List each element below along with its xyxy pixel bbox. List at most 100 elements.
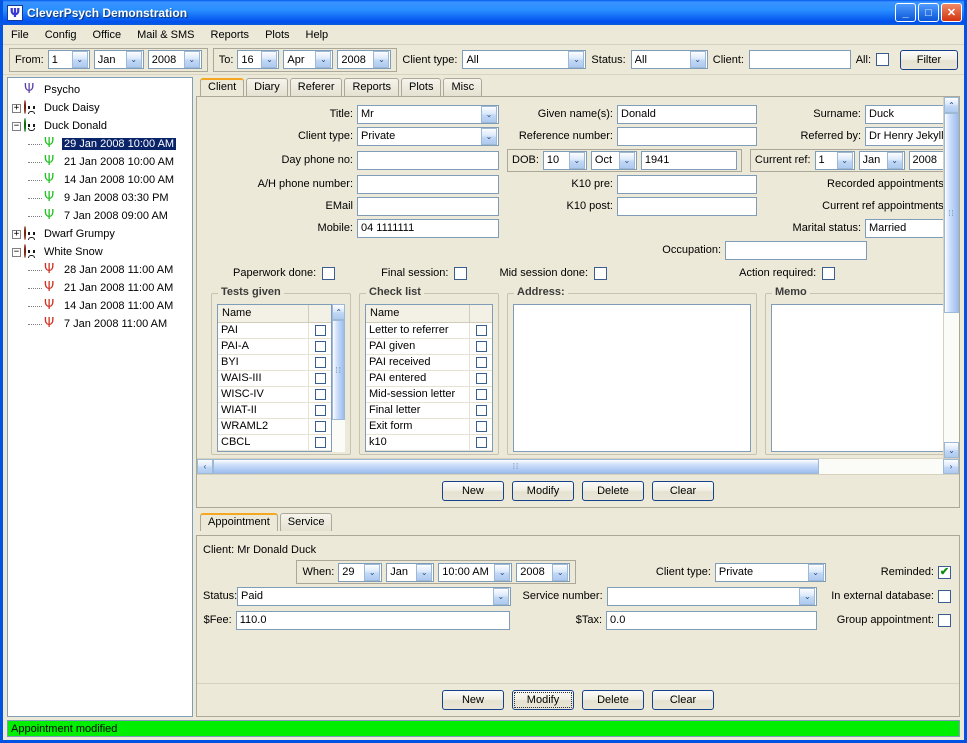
tree-appointment-item[interactable]: Ψ 14 Jan 2008 10:00 AM — [12, 171, 192, 189]
table-row[interactable]: Letter to referrer — [366, 323, 492, 339]
tab-plots[interactable]: Plots — [401, 78, 442, 96]
tax-field[interactable]: 0.0 — [606, 610, 818, 630]
table-row[interactable]: PAI-A — [218, 339, 332, 355]
appointment-new-button[interactable]: New — [442, 690, 504, 710]
filter-all-checkbox[interactable] — [876, 53, 889, 66]
test-checkbox[interactable] — [314, 405, 326, 416]
action-required-checkbox[interactable] — [822, 266, 836, 280]
menu-config[interactable]: Config — [37, 27, 85, 43]
in-external-database-checkbox[interactable] — [938, 589, 951, 603]
reference-number-field[interactable] — [617, 126, 757, 146]
group-appointment-checkbox[interactable] — [938, 613, 951, 627]
tree-appointment-item[interactable]: Ψ 28 Jan 2008 11:00 AM — [12, 261, 192, 279]
scroll-left-icon[interactable]: ‹ — [197, 459, 213, 474]
dob-day-combo[interactable]: 10 ⌄ — [542, 150, 587, 170]
client-type-combo[interactable]: Private ⌄ — [357, 126, 499, 146]
from-year-combo[interactable]: 2008 ⌄ — [147, 50, 202, 69]
check-item-checkbox[interactable] — [475, 405, 487, 416]
scroll-track[interactable]: ⁞⁞ — [213, 459, 943, 474]
test-checkbox[interactable] — [314, 437, 326, 448]
scroll-up-icon[interactable]: ⌃ — [944, 97, 959, 113]
check-item-checkbox[interactable] — [475, 373, 487, 384]
scroll-thumb[interactable]: ⁞⁞ — [944, 113, 959, 313]
expander-icon[interactable]: + — [12, 229, 21, 239]
menu-plots[interactable]: Plots — [257, 27, 297, 43]
test-checkbox[interactable] — [314, 421, 326, 432]
check-list-table[interactable]: Name Letter to referrer PAI given PAI re… — [365, 304, 493, 452]
table-row[interactable]: WIAT-II — [218, 403, 332, 419]
menu-help[interactable]: Help — [298, 27, 337, 43]
table-row[interactable]: WISC-IV — [218, 387, 332, 403]
table-row[interactable]: BYI — [218, 355, 332, 371]
menu-reports[interactable]: Reports — [203, 27, 258, 43]
table-row[interactable]: PAI — [218, 323, 332, 339]
address-textarea[interactable] — [513, 304, 751, 452]
email-field[interactable] — [357, 196, 499, 216]
scroll-up-icon[interactable]: ⌃ — [332, 304, 345, 320]
client-modify-button[interactable]: Modify — [512, 481, 574, 501]
expander-icon[interactable]: + — [12, 103, 21, 113]
scroll-track[interactable]: ⁞⁞ — [332, 320, 345, 452]
close-button[interactable]: ✕ — [941, 3, 962, 22]
from-day-combo[interactable]: 1 ⌄ — [47, 50, 90, 69]
fee-field[interactable]: 110.0 — [235, 610, 511, 630]
tree-root-node[interactable]: Ψ Psycho — [12, 81, 192, 99]
tab-appointment[interactable]: Appointment — [200, 513, 278, 531]
table-row[interactable]: Exit form — [366, 419, 492, 435]
table-row[interactable]: WAIS-III — [218, 371, 332, 387]
table-row[interactable]: k10 — [366, 435, 492, 451]
tree-appointment-item[interactable]: Ψ 9 Jan 2008 03:30 PM — [12, 189, 192, 207]
check-item-checkbox[interactable] — [475, 437, 487, 448]
menu-file[interactable]: File — [3, 27, 37, 43]
appointment-client-type-combo[interactable]: Private ⌄ — [714, 562, 826, 582]
scroll-track[interactable]: ⁞⁞ — [944, 113, 959, 442]
when-time-combo[interactable]: 10:00 AM ⌄ — [438, 562, 513, 582]
filter-button[interactable]: Filter — [900, 49, 958, 70]
tests-given-scrollbar[interactable]: ⌃ ⁞⁞ — [332, 304, 345, 452]
to-day-combo[interactable]: 16 ⌄ — [237, 50, 280, 69]
table-row[interactable]: WRAML2 — [218, 419, 332, 435]
test-checkbox[interactable] — [314, 325, 326, 336]
filter-status-combo[interactable]: All ⌄ — [630, 50, 708, 69]
surname-field[interactable]: Duck — [865, 104, 955, 124]
when-month-combo[interactable]: Jan ⌄ — [386, 562, 435, 582]
tree-appointment-item[interactable]: Ψ 21 Jan 2008 11:00 AM — [12, 279, 192, 297]
when-day-combo[interactable]: 29 ⌄ — [338, 562, 383, 582]
filter-client-type-combo[interactable]: All ⌄ — [462, 50, 587, 69]
client-horizontal-scrollbar[interactable]: ‹ ⁞⁞ › — [197, 458, 959, 474]
current-ref-month-combo[interactable]: Jan ⌄ — [858, 150, 905, 170]
day-phone-field[interactable] — [357, 150, 499, 170]
service-number-combo[interactable]: ⌄ — [606, 586, 818, 606]
table-row[interactable]: PAI received — [366, 355, 492, 371]
scroll-right-icon[interactable]: › — [943, 459, 959, 474]
memo-textarea[interactable] — [771, 304, 949, 452]
appointment-delete-button[interactable]: Delete — [582, 690, 644, 710]
final-session-checkbox[interactable] — [454, 266, 468, 280]
title-combo[interactable]: Mr ⌄ — [357, 104, 499, 124]
tree-appointment-item[interactable]: Ψ 7 Jan 2008 11:00 AM — [12, 315, 192, 333]
mobile-field[interactable]: 04 1111111 — [357, 218, 499, 238]
paperwork-done-checkbox[interactable] — [322, 266, 336, 280]
client-tree-panel[interactable]: Ψ Psycho + Duck Daisy − Duck Donald Ψ 29… — [7, 77, 193, 717]
marital-status-field[interactable]: Married — [865, 218, 955, 238]
client-new-button[interactable]: New — [442, 481, 504, 501]
tree-item-dwarf-grumpy[interactable]: + Dwarf Grumpy — [12, 225, 192, 243]
to-year-combo[interactable]: 2008 ⌄ — [337, 50, 392, 69]
minimize-button[interactable]: _ — [895, 3, 916, 22]
table-row[interactable]: PAI given — [366, 339, 492, 355]
check-item-checkbox[interactable] — [475, 357, 487, 368]
table-row[interactable]: Mid-session letter — [366, 387, 492, 403]
tests-given-table[interactable]: Name PAI PAI-A BYI WAIS-III WISC-IV WIAT… — [217, 304, 333, 452]
check-item-checkbox[interactable] — [475, 341, 487, 352]
current-ref-day-combo[interactable]: 1 ⌄ — [814, 150, 855, 170]
collapser-icon[interactable]: − — [12, 121, 21, 131]
given-names-field[interactable]: Donald — [617, 104, 757, 124]
client-delete-button[interactable]: Delete — [582, 481, 644, 501]
dob-year-field[interactable]: 1941 — [640, 150, 737, 170]
scroll-down-icon[interactable]: ⌄ — [944, 442, 959, 458]
k10-pre-field[interactable] — [617, 174, 757, 194]
k10-post-field[interactable] — [617, 196, 757, 216]
check-item-checkbox[interactable] — [475, 325, 487, 336]
mid-session-done-checkbox[interactable] — [594, 266, 608, 280]
tree-item-duck-donald[interactable]: − Duck Donald — [12, 117, 192, 135]
